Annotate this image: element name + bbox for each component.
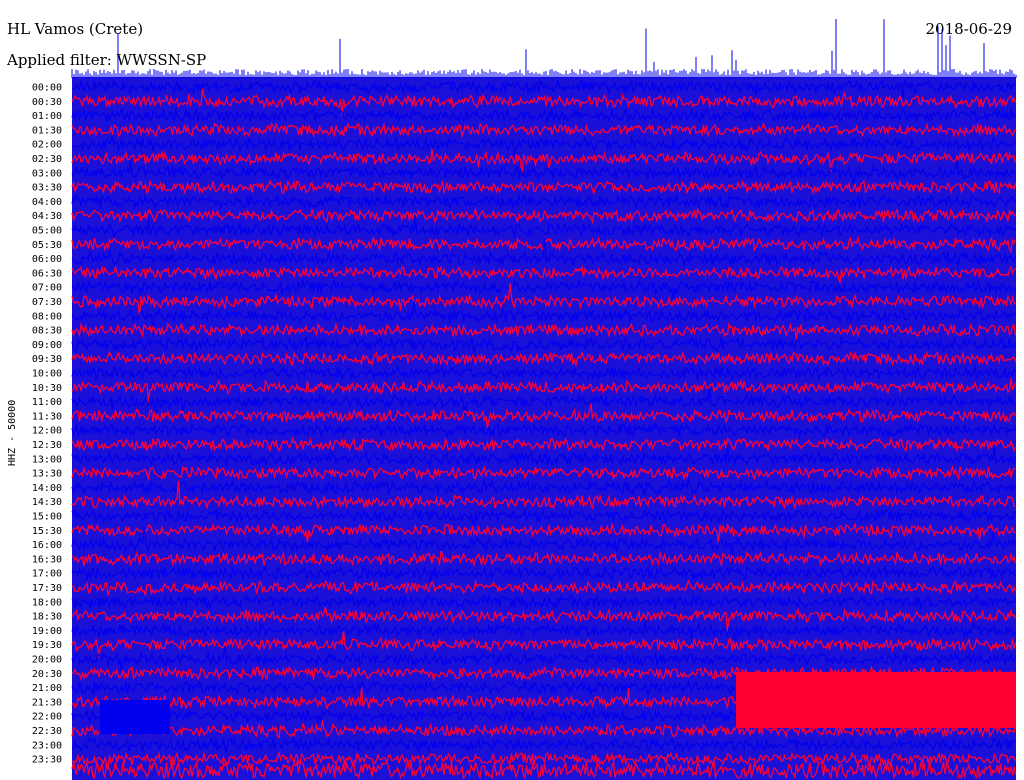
time-tick-label: 17:30	[32, 583, 62, 594]
time-axis: 00:00 00:30 01:00 01:30 02:00 02:30 03:00 03:30…	[32, 83, 62, 766]
time-tick-label: 09:00	[32, 340, 62, 351]
time-tick-label: 20:00	[32, 655, 62, 666]
time-tick-label: 12:00	[32, 426, 62, 437]
y-axis-label: HHZ - 50000	[7, 400, 18, 466]
time-tick-label: 19:00	[32, 626, 62, 637]
time-tick-label: 21:30	[32, 697, 62, 708]
time-tick-label: 10:00	[32, 369, 62, 380]
time-tick-label: 04:00	[32, 197, 62, 208]
time-tick-label: 14:30	[32, 497, 62, 508]
time-tick-label: 00:30	[32, 97, 62, 108]
time-tick-label: 16:00	[32, 540, 62, 551]
time-tick-label: 04:30	[32, 211, 62, 222]
time-tick-label: 06:30	[32, 268, 62, 279]
time-tick-label: 23:00	[32, 740, 62, 751]
helicorder-chart: 00:00 00:30 01:00 01:30 02:00 02:30 03:00 03:30…	[7, 19, 1017, 780]
time-tick-label: 02:30	[32, 154, 62, 165]
time-tick-label: 15:00	[32, 512, 62, 523]
time-tick-label: 05:30	[32, 240, 62, 251]
time-tick-label: 08:30	[32, 326, 62, 337]
time-tick-label: 01:00	[32, 111, 62, 122]
time-tick-label: 18:30	[32, 612, 62, 623]
time-tick-label: 00:00	[32, 83, 62, 94]
time-tick-label: 01:30	[32, 125, 62, 136]
time-tick-label: 02:00	[32, 140, 62, 151]
time-tick-label: 09:30	[32, 354, 62, 365]
time-tick-label: 12:30	[32, 440, 62, 451]
saturated-signal-block	[100, 700, 170, 734]
time-tick-label: 21:00	[32, 683, 62, 694]
time-tick-label: 03:30	[32, 183, 62, 194]
time-tick-label: 22:30	[32, 726, 62, 737]
time-tick-label: 05:00	[32, 226, 62, 237]
time-tick-label: 10:30	[32, 383, 62, 394]
time-tick-label: 20:30	[32, 669, 62, 680]
time-tick-label: 11:30	[32, 411, 62, 422]
time-tick-label: 08:00	[32, 311, 62, 322]
time-tick-label: 22:00	[32, 712, 62, 723]
filter-label: Applied filter: WWSSN-SP	[7, 51, 207, 69]
time-tick-label: 07:00	[32, 283, 62, 294]
time-tick-label: 19:30	[32, 640, 62, 651]
time-tick-label: 07:30	[32, 297, 62, 308]
time-tick-label: 16:30	[32, 554, 62, 565]
time-tick-label: 13:00	[32, 454, 62, 465]
time-tick-label: 13:30	[32, 469, 62, 480]
time-tick-label: 14:00	[32, 483, 62, 494]
time-tick-label: 15:30	[32, 526, 62, 537]
time-tick-label: 17:00	[32, 569, 62, 580]
time-tick-label: 06:00	[32, 254, 62, 265]
time-tick-label: 11:00	[32, 397, 62, 408]
trace-group	[71, 19, 1017, 780]
saturated-signal-block	[736, 672, 1016, 728]
time-tick-label: 18:00	[32, 597, 62, 608]
time-tick-label: 03:00	[32, 168, 62, 179]
time-tick-label: 23:30	[32, 755, 62, 766]
